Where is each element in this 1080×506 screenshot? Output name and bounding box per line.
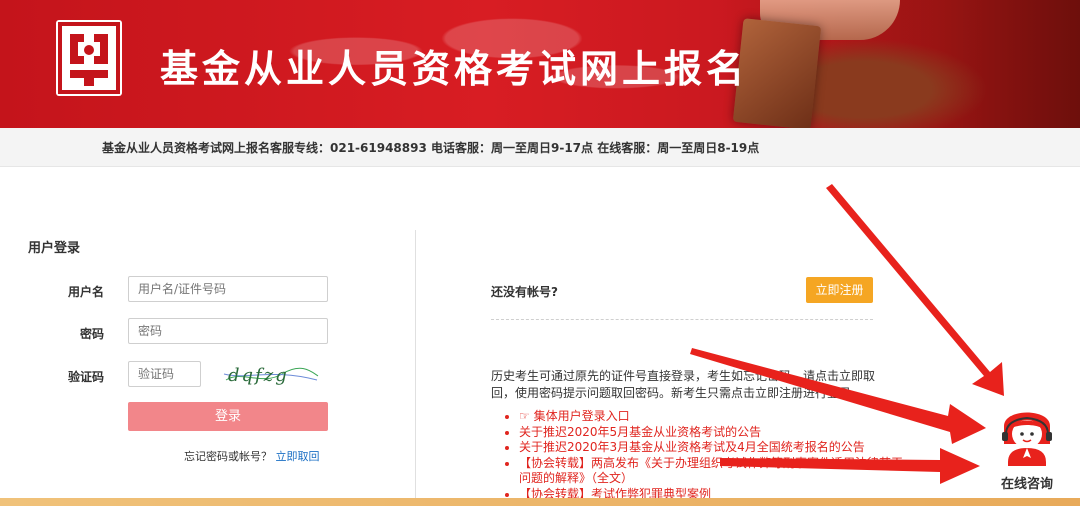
- online-consult-label[interactable]: 在线咨询: [1001, 473, 1053, 492]
- annotation-arrow-top: [826, 184, 1004, 396]
- annotation-arrows: [690, 184, 1004, 484]
- annotation-arrow-middle: [690, 348, 986, 444]
- annotation-arrow-bottom: [720, 448, 980, 484]
